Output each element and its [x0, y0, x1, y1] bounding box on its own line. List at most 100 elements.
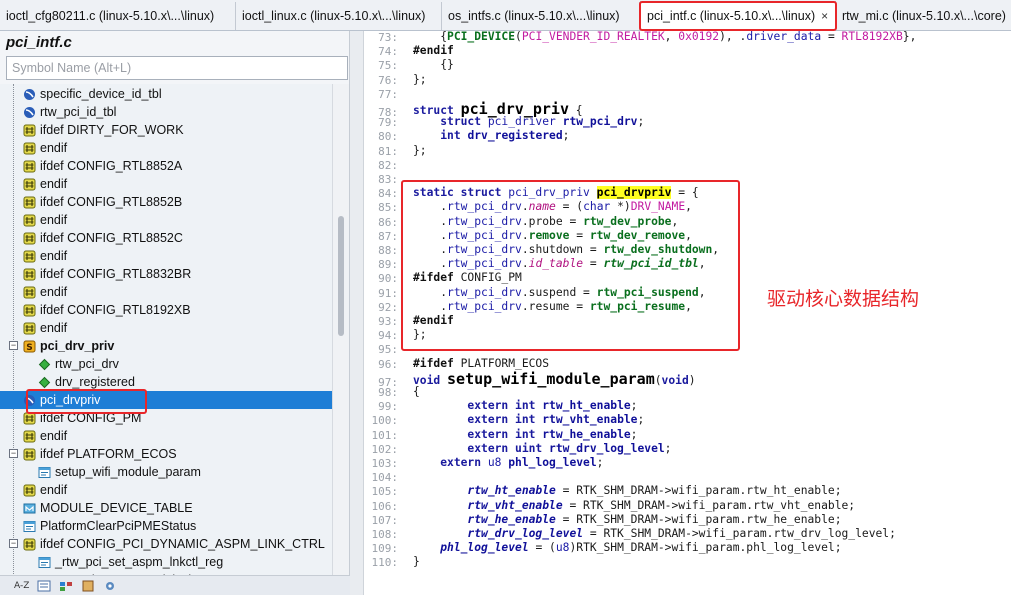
code-token: rtw_pci_suspend [596, 285, 699, 299]
code-line[interactable]: #endif [413, 314, 454, 327]
code-line[interactable]: }; [413, 144, 427, 157]
tree-item[interactable]: ifdef CONFIG_RTL8852C [0, 229, 332, 247]
tab-pci-intf[interactable]: pci_intf.c (linux-5.10.x\...\linux) × [640, 1, 836, 31]
code-line[interactable]: } [413, 555, 420, 568]
code-token: rtw_ht_enable [467, 484, 556, 498]
code-token: phl_log_level [440, 541, 529, 555]
tree-item[interactable]: endif [0, 427, 332, 445]
code-token: , [698, 257, 706, 271]
tree-item[interactable]: rtw_pci_id_tbl [0, 103, 332, 121]
tab-ioctl-cfg80211[interactable]: ioctl_cfg80211.c (linux-5.10.x\...\linux… [0, 2, 236, 30]
code-line[interactable]: }; [413, 328, 427, 341]
code-line[interactable]: struct pci_driver rtw_pci_drv; [413, 115, 644, 128]
code-line[interactable]: .rtw_pci_drv.resume = rtw_pci_resume, [413, 300, 692, 313]
tree-item[interactable]: ifdef CONFIG_PM [0, 409, 332, 427]
code-token: , [685, 200, 692, 214]
tree-item[interactable]: ifdef DIRTY_FOR_WORK [0, 121, 332, 139]
tree-item[interactable]: − Spci_drv_priv [0, 337, 332, 355]
code-line[interactable]: {} [413, 58, 454, 71]
tree-item[interactable]: endif [0, 481, 332, 499]
collapse-toggle-icon[interactable]: − [9, 539, 18, 548]
tree-item[interactable]: ifdef CONFIG_RTL8832BR [0, 265, 332, 283]
line-number: 82: [378, 158, 398, 172]
tree-item[interactable]: setup_wifi_module_param [0, 463, 332, 481]
scrollbar-thumb[interactable] [338, 216, 344, 336]
list-view-icon[interactable] [37, 580, 51, 592]
collapse-toggle-icon[interactable]: − [9, 341, 18, 350]
code-line[interactable]: #endif [413, 44, 454, 57]
collapse-toggle-icon[interactable]: − [9, 449, 18, 458]
tree-item[interactable]: ifdef CONFIG_RTL8852B [0, 193, 332, 211]
symbol-tree-scrollbar[interactable] [332, 84, 349, 575]
code-token: *) [617, 200, 631, 214]
book-icon[interactable] [81, 580, 95, 592]
tree-item[interactable]: _rtw_pci_set_aspm_lnkctl_reg [0, 553, 332, 571]
code-line[interactable]: void setup_wifi_module_param(void) [413, 370, 696, 388]
code-line[interactable]: rtw_he_enable = RTK_SHM_DRAM->wifi_param… [413, 513, 841, 526]
code-token: . [521, 257, 529, 271]
category-view-icon[interactable] [59, 580, 73, 592]
tree-item[interactable]: − ifdef PLATFORM_ECOS [0, 445, 332, 463]
code-line[interactable]: rtw_vht_enable = RTK_SHM_DRAM->wifi_para… [413, 499, 855, 512]
symbol-search-input[interactable] [6, 56, 348, 80]
code-line[interactable]: .rtw_pci_drv.probe = rtw_dev_probe, [413, 215, 678, 228]
code-line[interactable]: { [413, 385, 420, 398]
code-line[interactable]: .rtw_pci_drv.remove = rtw_dev_remove, [413, 229, 692, 242]
code-token: CONFIG_PM [460, 271, 522, 285]
tree-item[interactable]: endif [0, 247, 332, 265]
tab-rtw-mi[interactable]: rtw_mi.c (linux-5.10.x\...\core) [836, 2, 1011, 30]
close-tab-icon[interactable]: × [821, 9, 828, 23]
code-line[interactable]: extern uint rtw_drv_log_level; [413, 442, 671, 455]
tree-item[interactable]: endif [0, 283, 332, 301]
code-line[interactable]: int drv_registered; [413, 129, 569, 142]
code-token: id_table [528, 257, 584, 271]
settings-gear-icon[interactable] [103, 580, 117, 592]
line-number: 76: [378, 73, 398, 87]
code-line[interactable]: #ifdef PLATFORM_ECOS [413, 357, 549, 370]
code-line[interactable]: .rtw_pci_drv.shutdown = rtw_dev_shutdown… [413, 243, 719, 256]
tree-item[interactable]: ifdef CONFIG_RTL8852A [0, 157, 332, 175]
tree-item-label: drv_registered [55, 375, 135, 389]
line-number: 104: [371, 471, 399, 485]
code-line[interactable]: {PCI_DEVICE(PCI_VENDER_ID_REALTEK, 0x019… [413, 31, 916, 43]
code-token: PCI_DEVICE [447, 31, 516, 43]
code-line[interactable]: #ifdef CONFIG_PM [413, 271, 522, 284]
tree-item[interactable]: endif [0, 139, 332, 157]
tree-item[interactable]: PlatformClearPciPMEStatus [0, 517, 332, 535]
code-line[interactable]: extern int rtw_he_enable; [413, 428, 637, 441]
annotation-label: 驱动核心数据结构 [767, 288, 920, 310]
code-editor[interactable]: 73: 74: 75: 76: 77: 78: 79: 80: 81: 82: 83: 84: 85: 8… [364, 31, 1011, 595]
tree-item-label: endif [40, 285, 68, 299]
tree-item[interactable]: MODULE_DEVICE_TABLE [0, 499, 332, 517]
tree-item[interactable]: − ifdef CONFIG_PCI_DYNAMIC_ASPM_LINK_CTRL [0, 535, 332, 553]
code-line[interactable]: static struct pci_drv_priv pci_drvpriv =… [413, 186, 699, 200]
code-line[interactable]: .rtw_pci_drv.suspend = rtw_pci_suspend, [413, 285, 705, 299]
code-line[interactable]: phl_log_level = (u8)RTK_SHM_DRAM->wifi_p… [413, 541, 841, 555]
sort-alpha-button[interactable]: A-Z [14, 581, 29, 591]
symbol-panel: pci_intf.c specific_device_id_tbl rtw_pci… [0, 31, 350, 595]
tree-item[interactable]: endif [0, 211, 332, 229]
code-line[interactable]: extern u8 phl_log_level; [413, 456, 603, 469]
code-line[interactable]: }; [413, 73, 427, 86]
tree-item[interactable]: pci_drvpriv [0, 391, 332, 409]
code-line[interactable]: rtw_ht_enable = RTK_SHM_DRAM->wifi_param… [413, 484, 841, 498]
tree-item[interactable]: endif [0, 175, 332, 193]
tree-item-label: rtw_pci_id_tbl [40, 105, 117, 119]
tab-ioctl-linux[interactable]: ioctl_linux.c (linux-5.10.x\...\linux) [236, 2, 442, 30]
line-number: 89: [378, 258, 398, 272]
tree-item[interactable]: ifdef CONFIG_RTL8192XB [0, 301, 332, 319]
code-line[interactable]: .rtw_pci_drv.name = (char *)DRV_NAME, [413, 200, 692, 213]
tree-item[interactable]: endif [0, 319, 332, 337]
tree-item[interactable]: rtw_pci_drv [0, 355, 332, 373]
code-line[interactable]: rtw_drv_log_level = RTK_SHM_DRAM->wifi_p… [413, 527, 896, 540]
panel-splitter[interactable] [350, 31, 364, 595]
tree-item[interactable]: specific_device_id_tbl [0, 85, 332, 103]
code-line[interactable]: .rtw_pci_drv.id_table = rtw_pci_id_tbl, [413, 257, 706, 271]
tree-item[interactable]: drv_registered [0, 373, 332, 391]
line-number: 86: [378, 215, 398, 229]
tab-os-intfs[interactable]: os_intfs.c (linux-5.10.x\...\linux) [442, 2, 640, 30]
code-line[interactable]: extern int rtw_ht_enable; [413, 399, 637, 412]
code-line[interactable]: extern int rtw_vht_enable; [413, 413, 644, 426]
